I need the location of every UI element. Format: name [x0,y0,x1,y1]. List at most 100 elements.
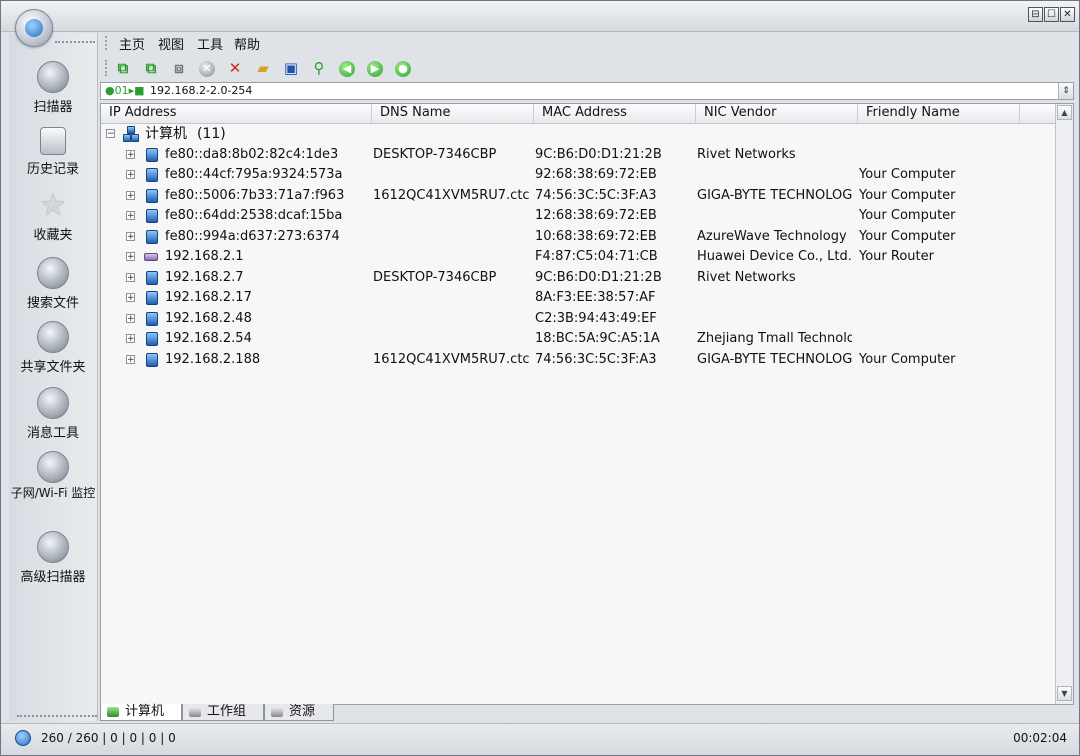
tab-resources[interactable]: 资源 [264,704,334,721]
app-orb-button[interactable] [15,9,53,47]
title-bar: ⊟ ☐ ✕ [1,1,1079,32]
scroll-up-button[interactable]: ▲ [1057,105,1072,120]
add-scan-icon[interactable]: ⧉ [141,58,161,78]
expand-toggle-icon[interactable]: + [126,190,135,200]
copy-icon[interactable]: ⧈ [169,58,189,78]
open-folder-icon[interactable]: ▰ [253,58,273,78]
expand-toggle-icon[interactable]: + [126,231,135,241]
tab-workgroups[interactable]: 工作组 [182,704,264,721]
router-icon [144,253,158,261]
computer-tab-icon [107,707,119,717]
ip-address-cell: fe80::da8:8b02:82c4:1de3 [165,146,339,162]
mac-address-cell: 9C:B6:D0:D1:21:2B [535,269,662,285]
search-files-icon [37,257,69,289]
stop-icon[interactable]: ✕ [197,58,217,78]
sidebar-item-history[interactable]: 历史记录 [9,127,97,177]
sidebar-item-scanner[interactable]: 扫描器 [9,61,97,115]
computer-icon [146,311,158,326]
dns-name-cell: 1612QC41XVM5RU7.ctc [373,351,530,367]
ip-address-cell: fe80::44cf:795a:9324:573a [165,167,343,182]
sidebar-item-search-files[interactable]: 搜索文件 [9,257,97,311]
computer-icon [146,229,158,244]
ip-address-cell: 192.168.2.188 [165,351,261,367]
device-row[interactable]: +192.168.2.48 C2:3B:94:43:49:EF [101,309,1055,329]
sidebar: 扫描器 历史记录 ★ 收藏夹 搜索文件 共享文件夹 消息工具 子网/Wi-Fi … [9,33,98,721]
column-ip-address[interactable]: IP Address [101,104,372,123]
expand-toggle-icon[interactable]: + [126,313,135,323]
tab-computers[interactable]: 计算机 [100,704,182,721]
arrow-right-icon: ▶ [367,60,383,77]
device-row[interactable]: +192.168.2.7 DESKTOP-7346CBP 9C:B6:D0:D1:2… [101,268,1055,288]
computer-icon [146,188,158,203]
close-button[interactable]: ✕ [1060,7,1075,22]
menu-view[interactable]: 视图 [158,34,184,53]
search-icon[interactable]: ⚲ [309,58,329,78]
device-row[interactable]: + fe80::64dd:2538:dcaf:15ba 12:68:38:69:72… [101,206,1055,226]
device-row[interactable]: + fe80::da8:8b02:82c4:1de3 DESKTOP-7346CBP… [101,145,1055,165]
sidebar-item-advanced-scanner[interactable]: 高级扫描器 [9,531,97,585]
expand-toggle-icon[interactable]: + [126,334,135,344]
menu-home[interactable]: 主页 [119,34,145,53]
sidebar-item-message-tools[interactable]: 消息工具 [9,387,97,441]
dns-name-cell: 1612QC41XVM5RU7.ctc [373,187,530,203]
device-row[interactable]: + fe80::5006:7b33:71a7:f963 1612QC41XVM5RU… [101,186,1055,206]
mac-address-cell: 74:56:3C:5C:3F:A3 [535,187,657,203]
device-row[interactable]: + fe80::994a:d637:273:6374 10:68:38:69:72:… [101,227,1055,247]
collapse-toggle-icon[interactable]: − [106,129,115,139]
sidebar-grip-bottom [17,715,97,717]
column-mac-address[interactable]: MAC Address [534,104,696,123]
column-dns-name[interactable]: DNS Name [372,104,534,123]
sidebar-item-subnet-monitor[interactable]: 子网/Wi-Fi 监控 [9,451,97,501]
computer-icon [146,270,158,285]
sidebar-item-label: 搜索文件 [26,296,79,311]
device-row[interactable]: +192.168.2.17 8A:F3:EE:38:57:AF [101,288,1055,308]
ip-address-cell: 192.168.2.7 [165,269,244,285]
mac-address-cell: C2:3B:94:43:49:EF [535,310,657,326]
expand-toggle-icon[interactable]: + [126,293,135,303]
refresh-icon[interactable]: ● [393,58,413,78]
group-row-computers[interactable]: − 计算机 (11) [101,124,1055,144]
scroll-down-button[interactable]: ▼ [1057,686,1072,701]
save-icon[interactable]: ▣ [281,58,301,78]
ip-address-cell: fe80::64dd:2538:dcaf:15ba [165,208,343,223]
status-counts: 260 / 260 | 0 | 0 | 0 | 0 [41,731,176,745]
menu-help[interactable]: 帮助 [234,34,260,53]
scanner-icon [37,61,69,93]
sidebar-item-label: 扫描器 [33,100,73,115]
menu-tools[interactable]: 工具 [197,34,223,53]
sidebar-item-favorites[interactable]: ★ 收藏夹 [9,191,97,244]
workgroup-tab-icon [189,707,201,717]
expand-toggle-icon[interactable]: + [126,354,135,364]
friendly-name-cell: Your Computer [859,208,956,223]
sidebar-item-shared-folders[interactable]: 共享文件夹 [9,321,97,375]
column-nic-vendor[interactable]: NIC Vendor [696,104,858,123]
main-panel: 主页 视图 工具 帮助 ⧉ ⧉ ⧈ ✕ ✕ ▰ ▣ ⚲ ◀ ▶ ● ●01▸■ … [99,33,1075,721]
refresh-circle-icon: ● [395,60,411,77]
computer-icon [146,147,158,162]
list-header: IP Address DNS Name MAC Address NIC Vend… [101,104,1055,124]
expand-toggle-icon[interactable]: + [126,211,135,221]
ip-range-bar[interactable]: ●01▸■ 192.168.2-2.0-254 ⇕ [100,82,1074,100]
delete-icon[interactable]: ✕ [225,58,245,78]
vertical-scrollbar[interactable]: ▲ ▼ [1055,104,1073,704]
expand-toggle-icon[interactable]: + [126,272,135,282]
restore-button[interactable]: ⊟ [1028,7,1043,22]
expand-toggle-icon[interactable]: + [126,149,135,159]
start-scan-icon[interactable]: ⧉ [113,58,133,78]
device-row[interactable]: + fe80::44cf:795a:9324:573a 92:68:38:69:72… [101,165,1055,185]
expand-toggle-icon[interactable]: + [126,170,135,180]
dns-name-cell: DESKTOP-7346CBP [373,146,497,162]
device-row[interactable]: +192.168.2.54 18:BC:5A:9C:A5:1A Zhejiang T… [101,329,1055,349]
network-status-icon [15,730,31,746]
ip-address-cell: 192.168.2.48 [165,310,252,326]
device-row[interactable]: +192.168.2.1 F4:87:C5:04:71:CB Huawei Devi… [101,247,1055,267]
expand-toggle-icon[interactable]: + [126,252,135,262]
column-friendly-name[interactable]: Friendly Name [858,104,1020,123]
tab-label: 工作组 [207,704,247,719]
maximize-button[interactable]: ☐ [1044,7,1059,22]
forward-icon[interactable]: ▶ [365,58,385,78]
network-group-icon [123,126,139,142]
back-icon[interactable]: ◀ [337,58,357,78]
device-row[interactable]: +192.168.2.188 1612QC41XVM5RU7.ctc 74:56:3… [101,350,1055,370]
ip-range-spinner[interactable]: ⇕ [1058,83,1073,99]
